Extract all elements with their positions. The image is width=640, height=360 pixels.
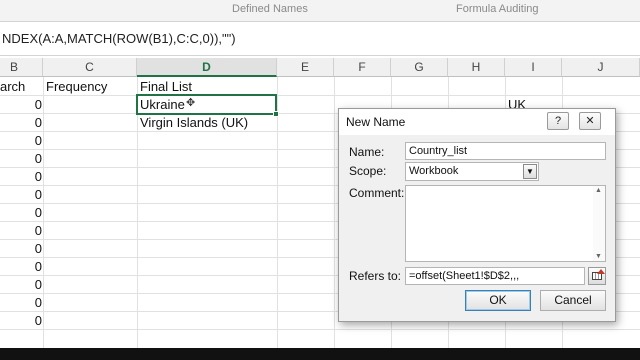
collapse-dialog-button[interactable] bbox=[588, 267, 606, 285]
ok-button[interactable]: OK bbox=[465, 290, 531, 311]
comment-scrollbar[interactable]: ▲ ▼ bbox=[593, 186, 605, 261]
cell-b12[interactable]: 0 bbox=[0, 276, 42, 294]
cell-cursor-icon: ✥ bbox=[186, 97, 196, 109]
gridline bbox=[137, 77, 138, 348]
cell-b1[interactable]: arch bbox=[0, 78, 25, 96]
cell-b5[interactable]: 0 bbox=[0, 150, 42, 168]
active-cell-selection[interactable] bbox=[136, 94, 277, 115]
column-header-d[interactable]: D bbox=[137, 58, 277, 77]
column-header-b[interactable]: B bbox=[0, 58, 43, 77]
name-label: Name: bbox=[349, 145, 385, 159]
scroll-up-icon[interactable]: ▲ bbox=[595, 187, 602, 194]
cell-b3[interactable]: 0 bbox=[0, 114, 42, 132]
cell-b11[interactable]: 0 bbox=[0, 258, 42, 276]
gridline bbox=[277, 77, 278, 348]
close-icon[interactable]: ✕ bbox=[579, 112, 601, 130]
cell-b13[interactable]: 0 bbox=[0, 294, 42, 312]
scope-select[interactable]: Workbook ▼ bbox=[405, 162, 539, 181]
cell-d3[interactable]: Virgin Islands (UK) bbox=[140, 114, 248, 132]
dialog-titlebar[interactable]: New Name ? ✕ bbox=[339, 109, 615, 135]
comment-label: Comment: bbox=[349, 186, 405, 200]
ribbon-group-defined-names[interactable]: Defined Names bbox=[232, 3, 308, 15]
gridline bbox=[334, 77, 335, 348]
cell-b2[interactable]: 0 bbox=[0, 96, 42, 114]
column-header-j[interactable]: J bbox=[562, 58, 640, 77]
column-header-c[interactable]: C bbox=[43, 58, 137, 77]
cancel-button[interactable]: Cancel bbox=[540, 290, 606, 311]
dialog-title: New Name bbox=[346, 115, 406, 129]
fill-handle[interactable] bbox=[273, 111, 279, 117]
refers-to-input[interactable]: =offset(Sheet1!$D$2,,, bbox=[405, 267, 585, 285]
column-header-g[interactable]: G bbox=[391, 58, 448, 77]
column-header-f[interactable]: F bbox=[334, 58, 391, 77]
column-header-i[interactable]: I bbox=[505, 58, 562, 77]
cell-b4[interactable]: 0 bbox=[0, 132, 42, 150]
ribbon: Defined Names Formula Auditing bbox=[0, 0, 640, 22]
column-header-e[interactable]: E bbox=[277, 58, 334, 77]
comment-textarea[interactable]: ▲ ▼ bbox=[405, 185, 606, 262]
scope-value: Workbook bbox=[409, 165, 459, 177]
chevron-down-icon[interactable]: ▼ bbox=[523, 164, 537, 179]
scroll-down-icon[interactable]: ▼ bbox=[595, 253, 602, 260]
ribbon-group-formula-auditing[interactable]: Formula Auditing bbox=[456, 3, 539, 15]
bottom-border bbox=[0, 348, 640, 360]
gridline bbox=[43, 77, 44, 348]
help-icon[interactable]: ? bbox=[547, 112, 569, 130]
cell-b10[interactable]: 0 bbox=[0, 240, 42, 258]
new-name-dialog: New Name ? ✕ Name: Country_list Scope: W… bbox=[338, 108, 616, 322]
gridline bbox=[0, 329, 640, 330]
cell-c1[interactable]: Frequency bbox=[46, 78, 107, 96]
column-header-h[interactable]: H bbox=[448, 58, 505, 77]
refers-to-label: Refers to: bbox=[349, 269, 402, 283]
formula-text[interactable]: NDEX(A:A,MATCH(ROW(B1),C:C,0)),"") bbox=[2, 31, 236, 46]
cell-b6[interactable]: 0 bbox=[0, 168, 42, 186]
cell-b7[interactable]: 0 bbox=[0, 186, 42, 204]
arrow-up-icon bbox=[597, 269, 605, 274]
cell-b8[interactable]: 0 bbox=[0, 204, 42, 222]
scope-label: Scope: bbox=[349, 164, 387, 178]
formula-bar[interactable]: NDEX(A:A,MATCH(ROW(B1),C:C,0)),"") bbox=[0, 22, 640, 56]
cell-b14[interactable]: 0 bbox=[0, 312, 42, 330]
name-input[interactable]: Country_list bbox=[405, 142, 606, 160]
cell-b9[interactable]: 0 bbox=[0, 222, 42, 240]
